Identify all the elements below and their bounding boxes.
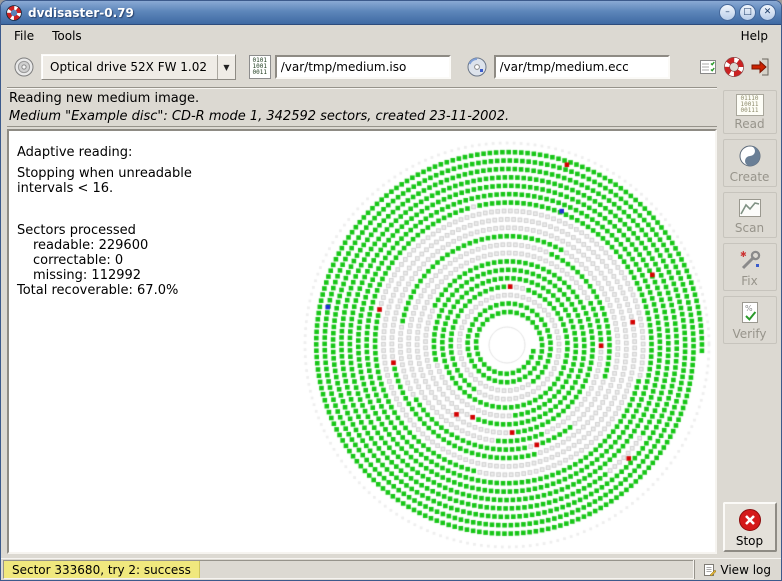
- iso-path-input[interactable]: [275, 55, 451, 79]
- reading-view: Adaptive reading: Stopping when unreadab…: [7, 129, 717, 554]
- drive-combobox[interactable]: Optical drive 52X FW 1.02 ▼: [41, 54, 236, 80]
- menubar: File Tools Help: [1, 25, 781, 47]
- quit-button[interactable]: [747, 52, 773, 82]
- ecc-file-icon: [464, 52, 490, 82]
- scan-button[interactable]: Scan: [723, 192, 777, 238]
- close-button[interactable]: ✕: [759, 4, 776, 21]
- fix-label: Fix: [741, 274, 757, 288]
- scan-icon: [737, 196, 763, 220]
- menu-tools[interactable]: Tools: [43, 27, 91, 45]
- action-sidebar: 01110 10011 00111 Read Create: [719, 87, 781, 558]
- reading-mode-title: Adaptive reading:: [17, 145, 192, 160]
- status-line1: Reading new medium image.: [9, 91, 715, 106]
- disc-sector-map: [301, 139, 713, 551]
- log-icon: [703, 563, 716, 577]
- minimize-button[interactable]: –: [719, 4, 736, 21]
- total-recoverable: Total recoverable: 67.0%: [17, 283, 192, 298]
- status-panel: Reading new medium image. Medium "Exampl…: [7, 87, 717, 127]
- main-column: Reading new medium image. Medium "Exampl…: [1, 87, 719, 558]
- fix-icon: ✱: [737, 247, 763, 273]
- window-title: dvdisaster-0.79: [28, 6, 716, 20]
- sectors-readable: readable: 229600: [17, 238, 192, 253]
- read-button[interactable]: 01110 10011 00111 Read: [723, 90, 777, 134]
- ecc-path-input[interactable]: [494, 55, 670, 79]
- create-icon: [737, 143, 763, 169]
- create-button[interactable]: Create: [723, 139, 777, 187]
- stop-condition-line1: Stopping when unreadable: [17, 166, 192, 181]
- verify-label: Verify: [732, 327, 766, 341]
- preferences-button[interactable]: [695, 52, 721, 82]
- toolbar: Optical drive 52X FW 1.02 ▼ 0101 1001 00…: [1, 47, 781, 87]
- verify-icon: %: [737, 300, 763, 326]
- image-file-icon: 0101 1001 0011: [249, 55, 271, 79]
- maximize-button[interactable]: □: [739, 4, 756, 21]
- stop-label: Stop: [736, 534, 763, 548]
- chevron-down-icon: ▼: [217, 55, 235, 79]
- sectors-correctable: correctable: 0: [17, 253, 192, 268]
- svg-text:✱: ✱: [740, 250, 747, 259]
- stop-icon: [737, 507, 763, 533]
- fix-button[interactable]: ✱ Fix: [723, 243, 777, 291]
- status-line2: Medium "Example disc": CD-R mode 1, 3425…: [9, 109, 715, 124]
- drive-combobox-value: Optical drive 52X FW 1.02: [42, 60, 217, 74]
- drive-icon: [12, 55, 36, 79]
- menu-help[interactable]: Help: [732, 27, 777, 45]
- sectors-heading: Sectors processed: [17, 223, 192, 238]
- statusbar-left: Sector 333680, try 2: success: [3, 560, 694, 579]
- sectors-missing: missing: 112992: [17, 268, 192, 283]
- content: Reading new medium image. Medium "Exampl…: [1, 87, 781, 558]
- statusbar: Sector 333680, try 2: success View log: [1, 558, 781, 580]
- dvdisaster-window: dvdisaster-0.79 – □ ✕ File Tools Help Op…: [0, 0, 782, 581]
- svg-text:%: %: [745, 304, 753, 313]
- view-log-button[interactable]: View log: [694, 560, 779, 579]
- read-icon: 01110 10011 00111: [736, 94, 764, 116]
- exit-icon: [749, 56, 771, 78]
- help-button[interactable]: [721, 52, 747, 82]
- drive-select-button[interactable]: [9, 52, 39, 82]
- binary-line: 00111: [740, 108, 758, 114]
- preferences-icon: [698, 57, 718, 77]
- binary-line: 0011: [253, 70, 267, 76]
- lifebuoy-icon: [723, 56, 745, 78]
- statusbar-message: Sector 333680, try 2: success: [4, 561, 200, 578]
- reading-info: Adaptive reading: Stopping when unreadab…: [17, 145, 192, 298]
- create-label: Create: [730, 170, 770, 184]
- scan-label: Scan: [735, 221, 764, 235]
- read-label: Read: [734, 117, 764, 131]
- view-log-label: View log: [720, 563, 771, 577]
- stop-condition-line2: intervals < 16.: [17, 181, 192, 196]
- app-icon: [6, 5, 22, 21]
- verify-button[interactable]: % Verify: [723, 296, 777, 344]
- titlebar: dvdisaster-0.79 – □ ✕: [1, 1, 781, 25]
- menu-file[interactable]: File: [5, 27, 43, 45]
- stop-button[interactable]: Stop: [723, 502, 777, 552]
